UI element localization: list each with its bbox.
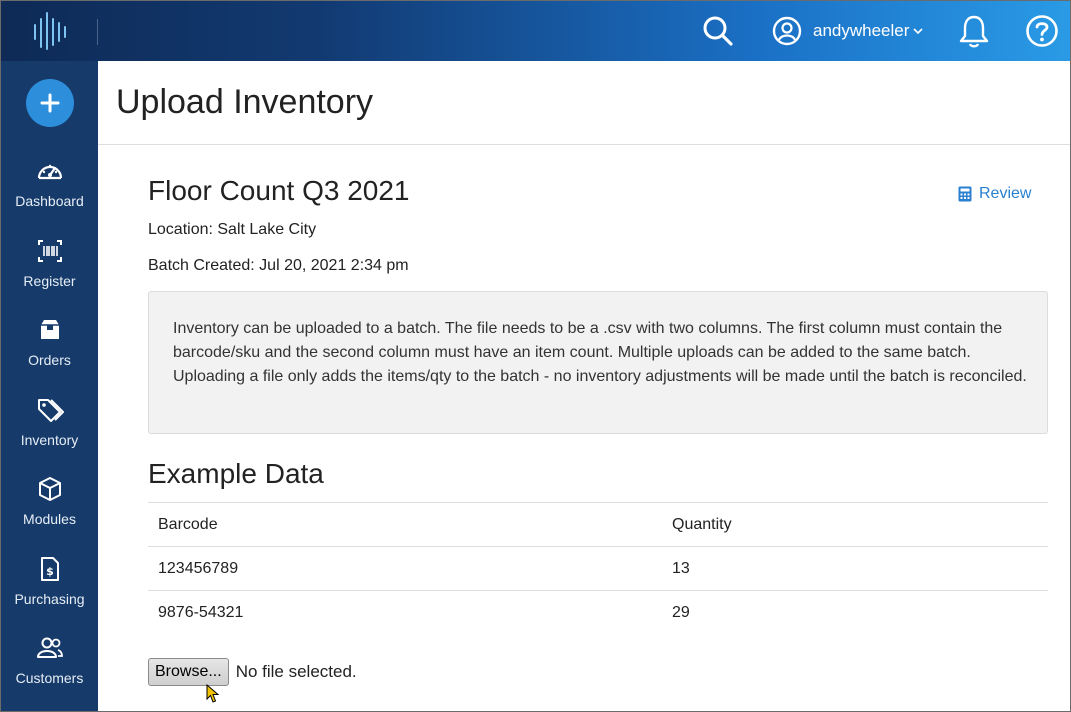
sidebar-item-label: Register: [23, 273, 76, 289]
svg-text:$: $: [46, 565, 54, 578]
mouse-cursor-icon: [206, 684, 220, 703]
sidebar-item-dashboard[interactable]: Dashboard: [1, 157, 98, 227]
sidebar-item-label: Inventory: [20, 432, 79, 448]
review-link[interactable]: Review: [958, 185, 1031, 203]
table-row: 123456789 13: [148, 546, 1048, 591]
tags-icon: [37, 399, 64, 422]
dashboard-icon: [37, 164, 62, 180]
sidebar-item-label: Modules: [23, 511, 76, 527]
top-bar: andywheeler: [1, 1, 1070, 61]
user-avatar-icon: [772, 16, 802, 46]
search-icon[interactable]: [700, 13, 736, 49]
calculator-icon: [958, 186, 972, 202]
notifications-bell-icon[interactable]: [957, 13, 991, 49]
sidebar-item-inventory[interactable]: Inventory: [1, 396, 98, 466]
page-header: Upload Inventory: [98, 61, 1070, 145]
barcode-icon: [37, 240, 62, 262]
sidebar-item-label: Purchasing: [14, 591, 85, 607]
users-icon: [36, 637, 63, 658]
quantity-cell: 13: [662, 546, 1048, 591]
logo-divider: [97, 19, 98, 45]
cube-icon: [38, 477, 61, 501]
sidebar-item-customers[interactable]: Customers: [1, 634, 98, 704]
batch-created: Batch Created: Jul 20, 2021 2:34 pm: [148, 257, 409, 274]
add-new-button[interactable]: [26, 79, 74, 127]
batch-location: Location: Salt Lake City: [148, 221, 317, 238]
file-status: No file selected.: [235, 662, 357, 681]
quantity-cell: 29: [662, 590, 1048, 635]
user-menu[interactable]: andywheeler: [771, 13, 923, 49]
sidebar-item-register[interactable]: Register: [1, 237, 98, 307]
table-row: 9876-54321 29: [148, 590, 1048, 635]
sidebar-item-label: Dashboard: [15, 193, 84, 209]
table-header-row: Barcode Quantity: [148, 502, 1048, 547]
username-label: andywheeler: [813, 21, 910, 40]
sidebar-item-modules[interactable]: Modules: [1, 475, 98, 545]
example-data-table: Barcode Quantity 123456789 13 9876-54321…: [148, 502, 1048, 635]
browse-button[interactable]: Browse...: [148, 658, 229, 686]
plus-icon: [40, 93, 60, 113]
barcode-cell: 9876-54321: [148, 590, 662, 635]
box-icon: [40, 320, 59, 339]
example-data-title: Example Data: [148, 458, 324, 489]
column-header-barcode: Barcode: [148, 502, 662, 547]
batch-title: Floor Count Q3 2021: [148, 175, 410, 206]
sidebar-item-orders[interactable]: Orders: [1, 316, 98, 386]
sidebar-item-label: Orders: [28, 352, 71, 368]
barcode-cell: 123456789: [148, 546, 662, 591]
chevron-down-icon: [913, 28, 923, 35]
help-icon[interactable]: [1025, 14, 1059, 48]
sidebar-item-label: Customers: [15, 670, 84, 686]
sidebar-item-purchasing[interactable]: $ Purchasing: [1, 555, 98, 625]
invoice-icon: $: [40, 557, 59, 581]
review-label: Review: [979, 185, 1032, 202]
file-input: Browse... No file selected.: [148, 658, 357, 686]
upload-instructions: Inventory can be uploaded to a batch. Th…: [148, 291, 1048, 434]
logo-icon: [34, 12, 66, 50]
column-header-quantity: Quantity: [662, 502, 1048, 547]
app-window: andywheeler Dashboard Register Orders In…: [0, 0, 1071, 712]
page-title: Upload Inventory: [116, 83, 374, 121]
sidebar: Dashboard Register Orders Inventory Modu…: [1, 61, 98, 711]
